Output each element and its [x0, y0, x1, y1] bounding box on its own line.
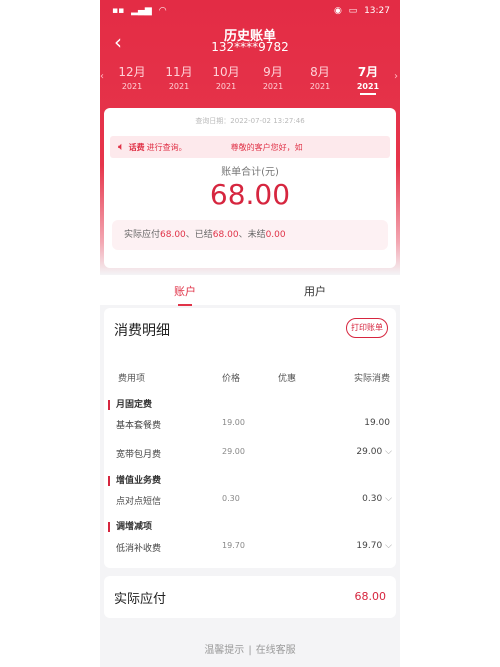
chevron-down-icon[interactable]: ⌵: [385, 541, 392, 551]
section-value-added: 增值业务费: [108, 476, 161, 486]
next-arrow-icon[interactable]: ›: [394, 71, 398, 82]
table-row[interactable]: 低消补收费 19.70 19.70 ⌵: [116, 541, 392, 554]
payment-summary: 实际应付68.00、已结68.00、未结0.00: [112, 220, 388, 250]
phone-screen: ▪▪ ▂▄▆ ◠ ◉ ▭ 13:27 ‹ 历史账单 132****9782 ‹ …: [100, 0, 400, 667]
notice-scroll-text: 尊敬的客户您好，如: [230, 142, 303, 152]
actual-payable-label: 实际应付: [114, 592, 167, 607]
month-tab-11[interactable]: 11月 2021: [159, 63, 199, 91]
status-time: 13:27: [364, 6, 390, 16]
online-service-link[interactable]: 在线客服: [256, 645, 296, 656]
month-tab-9[interactable]: 9月 2021: [253, 63, 293, 91]
eye-icon: ◉: [333, 6, 342, 16]
tab-user[interactable]: 用户: [240, 283, 390, 299]
table-row: 基本套餐费 19.00 19.00: [116, 418, 390, 431]
sim-icon: ▪▪: [112, 6, 125, 16]
actual-payable-value: 68.00: [354, 590, 387, 603]
month-tab-12[interactable]: 12月 2021: [112, 63, 152, 91]
month-tab-10[interactable]: 10月 2021: [206, 63, 246, 91]
chevron-down-icon[interactable]: ⌵: [385, 447, 392, 457]
status-bar: ▪▪ ▂▄▆ ◠ ◉ ▭ 13:27: [112, 4, 390, 18]
section-monthly-fixed: 月固定费: [108, 400, 152, 410]
detail-title: 消费明细: [114, 323, 170, 339]
unpaid-amount: 0.00: [265, 230, 286, 240]
consumption-detail-card: 消费明细 打印账单 费用项 价格 优惠 实际消费 月固定费 基本套餐费 19.0…: [104, 308, 396, 568]
prev-arrow-icon[interactable]: ‹: [100, 71, 104, 82]
notice-text: 进行查询。: [146, 142, 187, 152]
month-tab-8[interactable]: 8月 2021: [300, 63, 340, 91]
footer-links: 温馨提示 | 在线客服: [204, 645, 296, 656]
tab-account[interactable]: 账户: [110, 283, 260, 306]
speaker-icon: 🔈︎: [118, 140, 125, 153]
table-row[interactable]: 点对点短信 0.30 0.30 ⌵: [116, 494, 392, 507]
tab-bar: 账户 用户: [100, 275, 400, 306]
month-selector: ‹ 12月 2021 11月 2021 10月 2021 9月 2021 8月 2021 …: [100, 63, 400, 99]
total-label: 账单合计(元): [221, 167, 279, 178]
column-header-actual: 实际消费: [353, 374, 390, 384]
table-row[interactable]: 宽带包月费 29.00 29.00 ⌵: [116, 447, 392, 460]
actual-payable-card: 实际应付 68.00: [104, 576, 396, 618]
wifi-icon: ◠: [158, 6, 167, 16]
battery-icon: ▭: [348, 6, 358, 16]
payable-amount: 68.00: [160, 230, 186, 240]
column-header-price: 价格: [222, 374, 241, 384]
column-header-discount: 优惠: [278, 374, 297, 384]
tips-link[interactable]: 温馨提示: [204, 645, 244, 656]
paid-amount: 68.00: [212, 230, 239, 240]
month-tab-7[interactable]: 7月 2021: [348, 63, 388, 95]
signal-icon: ▂▄▆: [131, 6, 152, 16]
phone-number: 132****9782: [211, 40, 289, 54]
chevron-down-icon[interactable]: ⌵: [385, 494, 392, 504]
section-adjustment: 调增减项: [108, 522, 152, 532]
print-bill-button[interactable]: 打印账单: [346, 318, 388, 338]
notice-banner[interactable]: 🔈︎ 话费 进行查询。 尊敬的客户您好，如: [110, 136, 390, 158]
column-header-item: 费用项: [118, 374, 146, 384]
notice-tag: 话费: [128, 142, 145, 152]
total-amount: 68.00: [209, 178, 291, 211]
query-time: 查询日期：2022-07-02 13:27:46: [195, 117, 305, 125]
bill-summary-card: 查询日期：2022-07-02 13:27:46 🔈︎ 话费 进行查询。 尊敬的…: [104, 108, 396, 268]
